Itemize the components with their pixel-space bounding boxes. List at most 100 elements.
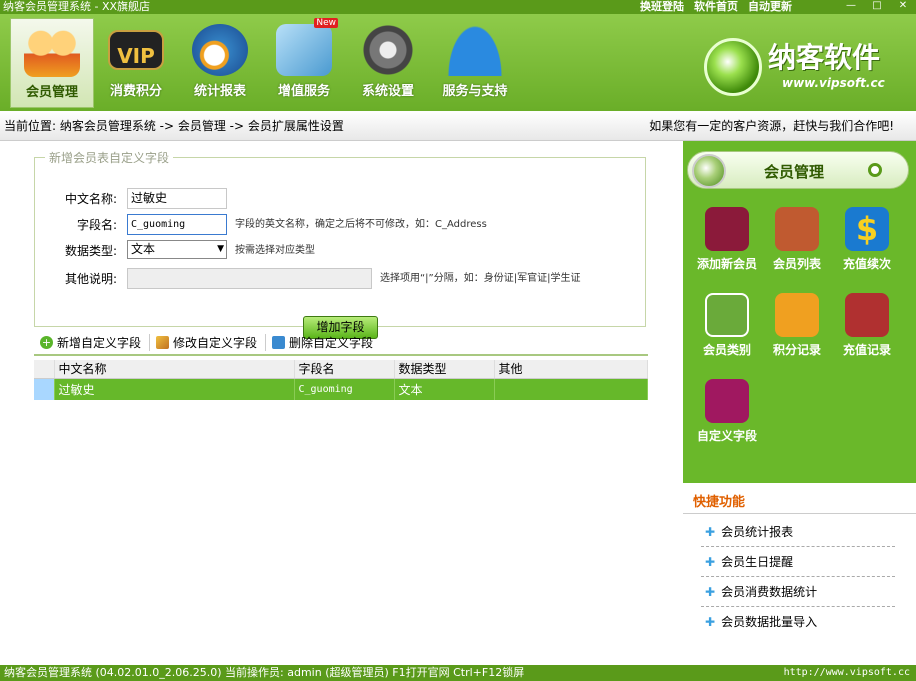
recharge-button[interactable]: $ 充值续次	[831, 207, 903, 272]
window-controls: — □ ✕	[842, 0, 912, 12]
quick-item-label: 会员生日提醒	[721, 555, 794, 569]
chevron-down-icon: ▼	[217, 244, 224, 254]
close-icon[interactable]: ✕	[894, 0, 912, 12]
table-header-row: 中文名称 字段名 数据类型 其他	[34, 360, 648, 379]
panel-title: 会员管理	[764, 163, 825, 181]
trash-icon	[272, 335, 286, 349]
row-selector[interactable]	[34, 378, 55, 400]
custom-field-button[interactable]: 自定义字段	[691, 379, 763, 444]
nav-label: 统计报表	[193, 84, 246, 99]
cell-data-type: 文本	[394, 378, 495, 400]
field-name-input[interactable]: C_guoming	[127, 214, 227, 235]
brand-url: www.vipsoft.cc	[782, 76, 885, 90]
software-home-link[interactable]: 软件首页	[694, 0, 738, 14]
row-data-type: 数据类型: 文本 ▼ 按需选择对应类型	[35, 240, 645, 262]
quick-item-label: 会员数据批量导入	[721, 615, 818, 629]
top-links: 换班登陆 软件首页 自动更新	[640, 0, 792, 14]
delete-custom-field-button[interactable]: 删除自定义字段	[272, 334, 381, 351]
quick-item-label: 会员统计报表	[721, 525, 794, 539]
quick-divider	[683, 513, 916, 514]
add-member-button[interactable]: 添加新会员	[691, 207, 763, 272]
table-row[interactable]: 过敏史 C_guoming 文本	[34, 378, 648, 400]
plus-icon: ✚	[705, 555, 716, 569]
cell-other	[494, 378, 648, 400]
quick-item-consumption-stats[interactable]: ✚ 会员消费数据统计	[701, 577, 895, 607]
member-category-button[interactable]: 会员类别	[691, 293, 763, 358]
status-bar: 纳客会员管理系统 (04.02.01.0_2.06.25.0) 当前操作员: a…	[0, 665, 916, 681]
main-content: 新增会员表自定义字段 中文名称: 过敏史 字段名: C_guoming 字段的英…	[0, 141, 683, 665]
cell-field-name: C_guoming	[294, 378, 395, 400]
other-hint: 选择项用“|”分隔，如：身份证|军官证|学生证	[380, 273, 581, 284]
quick-item-birthday-reminder[interactable]: ✚ 会员生日提醒	[701, 547, 895, 577]
nav-member-management[interactable]: 会员管理	[10, 18, 94, 108]
maximize-icon[interactable]: □	[868, 0, 886, 12]
data-type-hint: 按需选择对应类型	[235, 245, 315, 256]
minimize-icon[interactable]: —	[842, 0, 860, 12]
row-other: 其他说明: 选择项用“|”分隔，如：身份证|军官证|学生证	[35, 268, 645, 290]
nav-statistics-reports[interactable]: 统计报表	[178, 18, 262, 108]
nav-service-support[interactable]: 服务与支持	[432, 18, 518, 108]
member-list-label: 会员列表	[772, 257, 821, 271]
add-custom-field-label: 新增自定义字段	[57, 335, 142, 350]
quick-title: 快捷功能	[693, 495, 746, 510]
quick-item-member-report[interactable]: ✚ 会员统计报表	[701, 517, 895, 547]
data-type-select[interactable]: 文本 ▼	[127, 240, 227, 259]
panel-toggle-icon[interactable]	[868, 163, 882, 177]
panel-orb-icon	[692, 154, 726, 188]
nav-label: 增值服务	[277, 84, 330, 99]
right-panel: 会员管理 添加新会员 会员列表 $ 充值续次 会员类别 积分记录 充值记录 自定…	[683, 141, 916, 665]
slogan[interactable]: 如果您有一定的客户资源，赶快与我们合作吧!	[649, 111, 894, 141]
auto-update-link[interactable]: 自动更新	[748, 0, 792, 14]
breadcrumb-bar: 当前位置: 纳客会员管理系统 -> 会员管理 -> 会员扩展属性设置 如果您有一…	[0, 111, 916, 141]
cell-chinese-name: 过敏史	[54, 378, 295, 400]
umbrella-icon	[447, 24, 503, 76]
nav-label: 会员管理	[25, 85, 78, 100]
plus-icon: ✚	[705, 525, 716, 539]
brand-logo: 纳客软件 www.vipsoft.cc	[700, 34, 900, 114]
field-name-label: 字段名:	[76, 218, 117, 232]
nav-system-settings[interactable]: 系统设置	[346, 18, 430, 108]
row-field-name: 字段名: C_guoming 字段的英文名称，确定之后将不可修改，如：C_Add…	[35, 214, 645, 236]
delete-custom-field-label: 删除自定义字段	[289, 335, 374, 350]
header-field-name[interactable]: 字段名	[294, 360, 395, 379]
gears-icon	[360, 24, 416, 76]
quick-item-batch-import[interactable]: ✚ 会员数据批量导入	[701, 607, 895, 637]
edit-custom-field-button[interactable]: 修改自定义字段	[156, 333, 267, 351]
chinese-name-input[interactable]: 过敏史	[127, 188, 227, 209]
status-url[interactable]: http://www.vipsoft.cc	[784, 665, 910, 681]
main-toolbar: 会员管理 VIP 消费积分 统计报表 New 增值服务 系统设置 服务与支持 纳…	[0, 14, 916, 111]
nav-label: 服务与支持	[442, 84, 508, 99]
dollar-icon: $	[845, 207, 889, 251]
add-member-icon	[705, 207, 749, 251]
quick-functions: 快捷功能 ✚ 会员统计报表 ✚ 会员生日提醒 ✚ 会员消费数据统计 ✚ 会员数据批量导入	[683, 483, 916, 665]
add-custom-field-button[interactable]: + 新增自定义字段	[40, 333, 151, 351]
recharge-label: 充值续次	[842, 257, 891, 271]
header-chinese-name[interactable]: 中文名称	[54, 360, 295, 379]
select-header	[34, 360, 55, 379]
chinese-name-label: 中文名称:	[64, 192, 117, 206]
panel-header: 会员管理	[687, 151, 909, 189]
status-text: 纳客会员管理系统 (04.02.01.0_2.06.25.0) 当前操作员: a…	[4, 666, 525, 679]
quick-item-label: 会员消费数据统计	[721, 585, 818, 599]
window-title: 纳客会员管理系统 - XX旗舰店	[3, 0, 151, 13]
header-data-type[interactable]: 数据类型	[394, 360, 495, 379]
points-truck-icon	[775, 293, 819, 337]
new-field-form: 新增会员表自定义字段 中文名称: 过敏史 字段名: C_guoming 字段的英…	[34, 149, 646, 339]
members-icon	[24, 25, 80, 77]
member-list-icon	[775, 207, 819, 251]
title-bar: 纳客会员管理系统 - XX旗舰店 换班登陆 软件首页 自动更新 — □ ✕	[0, 0, 916, 14]
brand-name: 纳客软件	[768, 41, 881, 74]
member-list-button[interactable]: 会员列表	[761, 207, 833, 272]
nav-value-added[interactable]: New 增值服务	[262, 18, 346, 108]
plus-circle-icon: +	[40, 335, 53, 349]
points-record-button[interactable]: 积分记录	[761, 293, 833, 358]
other-input[interactable]	[127, 268, 372, 289]
plus-icon: ✚	[705, 585, 716, 599]
header-other[interactable]: 其他	[494, 360, 648, 379]
recharge-record-button[interactable]: 充值记录	[831, 293, 903, 358]
switch-shift-link[interactable]: 换班登陆	[640, 0, 684, 14]
points-record-label: 积分记录	[772, 343, 821, 357]
nav-label: 消费积分	[109, 84, 162, 99]
nav-consumption-points[interactable]: VIP 消费积分	[94, 18, 178, 108]
custom-fields-table: 中文名称 字段名 数据类型 其他 过敏史 C_guoming 文本	[34, 360, 648, 400]
